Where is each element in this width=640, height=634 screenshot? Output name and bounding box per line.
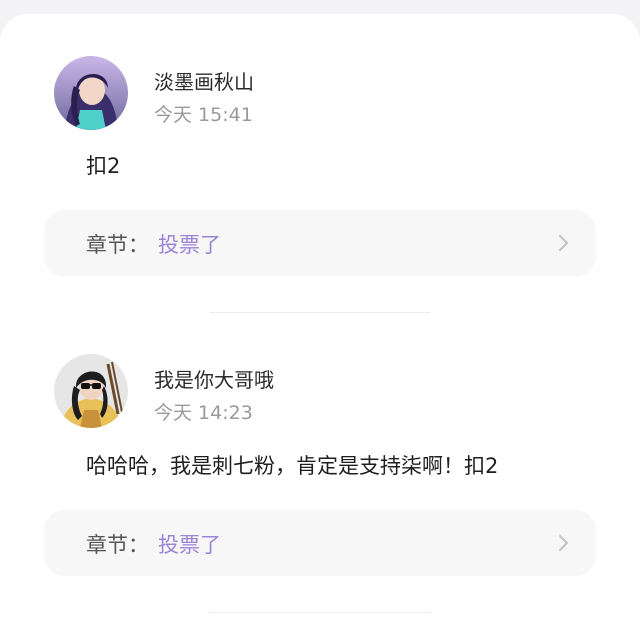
user-avatar[interactable] — [54, 354, 128, 428]
comment-text: 哈哈哈，我是刺七粉，肯定是支持柒啊！扣2 — [86, 454, 499, 478]
comment-time: 今天 14:23 — [154, 402, 253, 424]
divider — [210, 312, 430, 313]
chapter-label: 章节： — [86, 533, 149, 557]
avatar-archer-with-sunglasses-icon — [54, 354, 128, 428]
chapter-value: 投票了 — [158, 233, 221, 257]
divider — [210, 612, 430, 613]
user-name[interactable]: 淡墨画秋山 — [154, 66, 254, 95]
chapter-link[interactable]: 章节： 投票了 — [44, 510, 596, 576]
user-avatar[interactable] — [54, 56, 128, 130]
avatar-purple-haired-girl-icon — [54, 56, 128, 130]
comment-time: 今天 15:41 — [154, 104, 253, 126]
chapter-link[interactable]: 章节： 投票了 — [44, 210, 596, 276]
chevron-right-icon — [558, 234, 569, 252]
comment-text: 扣2 — [86, 154, 121, 178]
chapter-label: 章节： — [86, 233, 149, 257]
user-name[interactable]: 我是你大哥哦 — [154, 364, 274, 393]
chevron-right-icon — [558, 534, 569, 552]
chapter-value: 投票了 — [158, 533, 221, 557]
comment-list-card: 淡墨画秋山 今天 15:41 扣2 章节： 投票了 我是你大哥哦 今天 14:2… — [0, 14, 640, 634]
